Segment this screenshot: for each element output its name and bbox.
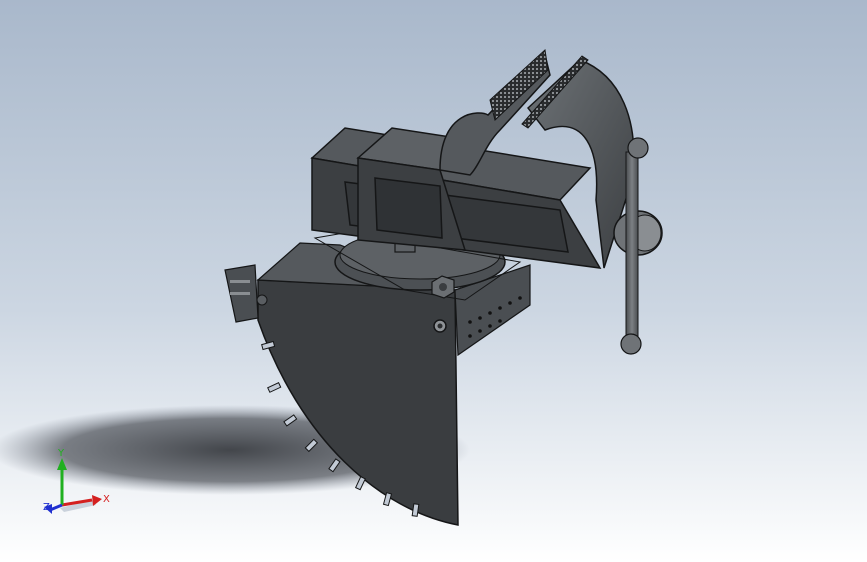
x-axis-arrow [92, 495, 102, 506]
handle-knob-bottom [620, 333, 642, 355]
front-jaw-window [374, 177, 443, 239]
x-axis-label: X [103, 494, 110, 505]
model-scene[interactable]: X Y Z [0, 0, 867, 562]
handle-knob-top [627, 137, 649, 159]
z-axis-label: Z [43, 502, 50, 513]
handle-bar [625, 151, 639, 343]
cad-viewport[interactable]: X Y Z [0, 0, 867, 562]
y-axis-label: Y [57, 448, 65, 459]
